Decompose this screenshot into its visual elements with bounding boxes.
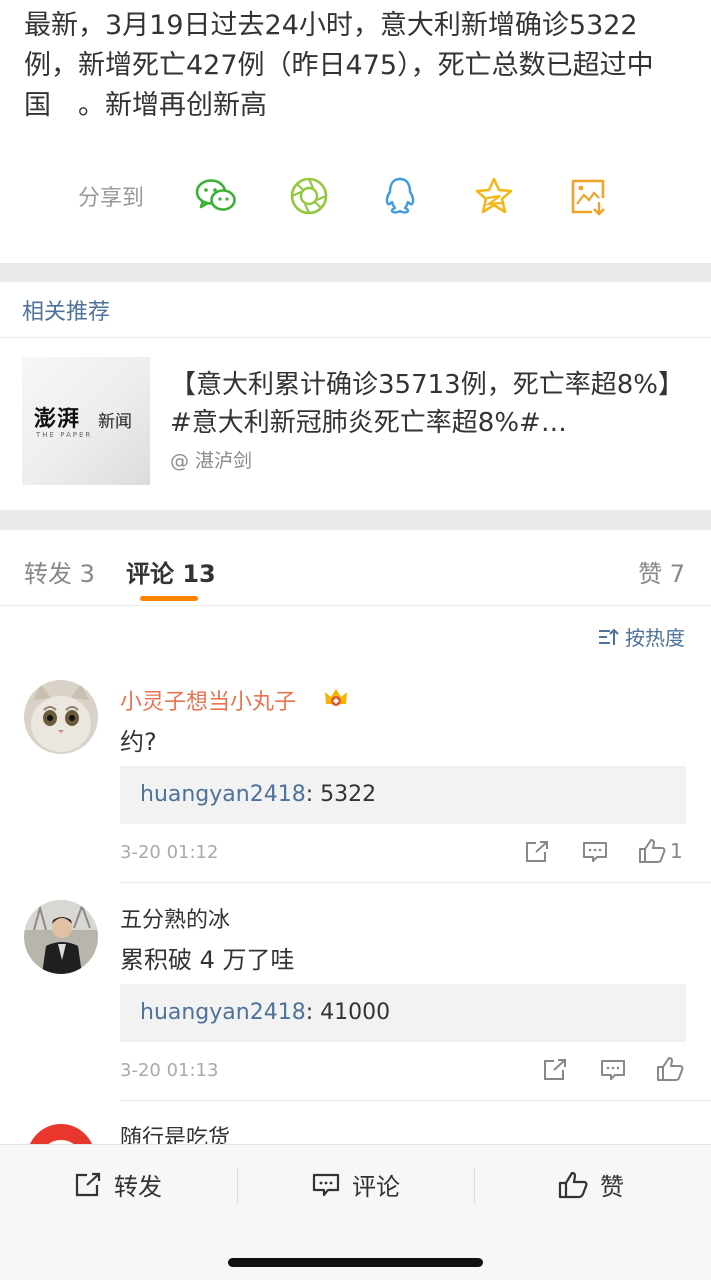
sort-by-heat-button[interactable]: 按热度 [597,622,685,651]
reply-user[interactable]: huangyan2418 [140,1000,306,1025]
comment-icon [312,1173,340,1196]
reply-text: : 5322 [305,782,377,807]
comment-text: 约? [120,728,157,756]
comment-text: 累积破 4 万了哇 [120,946,295,974]
tab-likes[interactable]: 赞 7 [638,554,685,589]
active-tab-indicator [140,596,198,601]
like-button-bottom[interactable]: 赞 [558,1167,624,1202]
comment-divider [120,882,711,883]
thumbs-up-icon [558,1171,588,1198]
related-text[interactable]: 【意大利累计确诊35713例，死亡率超8%】#意大利新冠肺炎死亡率超8%#… [170,366,690,442]
repost-label: 转发 [114,1173,162,1201]
repost-button[interactable]: 转发 [74,1167,162,1202]
repost-icon [75,1172,101,1196]
tab-comments[interactable]: 评论 13 [126,554,216,589]
like-count: 1 [670,839,683,863]
crown-badge-icon [323,686,349,714]
comment-icon[interactable] [582,840,608,864]
related-title: 相关推荐 [22,300,111,325]
reply-text: : 41000 [305,1000,391,1025]
repost-icon[interactable] [524,840,550,864]
thepaper-logo: 澎湃 [34,406,81,432]
moments-icon[interactable] [287,174,331,218]
comment-author[interactable]: 小灵子想当小丸子 [120,684,296,716]
like-button[interactable]: 1 [638,838,683,864]
sort-icon [599,628,619,645]
reply-user[interactable]: huangyan2418 [140,782,306,807]
post-text: 最新，3月19日过去24小时，意大利新增确诊5322例，新增死亡427例（昨日4… [24,10,654,121]
related-header: 相关推荐 [0,282,711,338]
comment-author[interactable]: 五分熟的冰 [120,902,230,934]
sort-label: 按热度 [625,626,685,650]
home-indicator[interactable] [228,1258,483,1267]
comment-reply[interactable]: huangyan2418: 41000 [120,984,686,1042]
avatar[interactable] [24,680,98,754]
related-card[interactable]: 澎湃 THE PAPER 新闻 【意大利累计确诊35713例，死亡率超8%】#意… [0,338,711,510]
comment-button[interactable]: 评论 [312,1167,400,1202]
avatar[interactable] [24,900,98,974]
comment-reply[interactable]: huangyan2418: 5322 [120,766,686,824]
comment-divider [120,1100,711,1101]
comment-label: 评论 [352,1173,400,1201]
wechat-icon[interactable] [194,174,238,218]
thepaper-logo-news: 新闻 [98,412,132,432]
comment-time: 3-20 01:13 [120,1060,219,1081]
share-label: 分享到 [78,186,145,211]
save-image-icon[interactable] [566,174,610,218]
like-label: 赞 [600,1173,624,1201]
repost-icon[interactable] [542,1058,568,1082]
section-separator [0,263,711,282]
thepaper-logo-sub: THE PAPER [36,431,93,439]
qzone-icon[interactable] [472,174,516,218]
interaction-tabs: 转发 3 评论 13 赞 7 [0,530,711,606]
section-separator [0,510,711,530]
like-button[interactable] [656,1056,684,1082]
comment-time: 3-20 01:12 [120,842,219,863]
related-author[interactable]: @ 湛泸剑 [170,446,252,473]
bar-divider [237,1167,238,1203]
tab-repost[interactable]: 转发 3 [24,554,95,589]
thumbs-up-icon [639,839,666,863]
thumbs-up-icon [657,1057,684,1081]
share-row: 分享到 [0,170,711,222]
comment-icon[interactable] [600,1058,626,1082]
qq-icon[interactable] [378,174,422,218]
related-thumbnail: 澎湃 THE PAPER 新闻 [22,357,150,485]
bar-divider [474,1167,475,1203]
